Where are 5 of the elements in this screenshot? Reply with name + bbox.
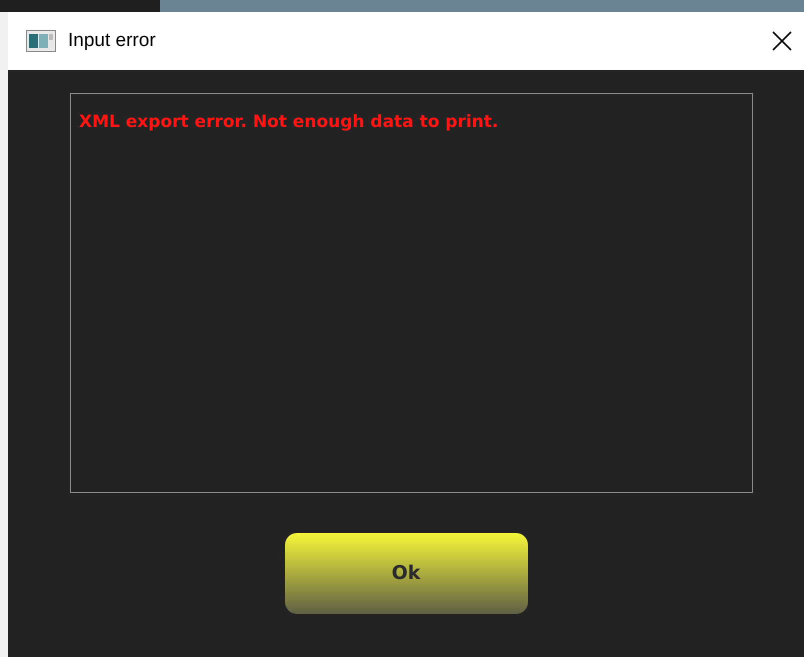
ok-button[interactable]: Ok	[284, 533, 528, 614]
window-title: Input error	[68, 28, 156, 53]
close-icon[interactable]	[772, 31, 792, 51]
error-message: XML export error. Not enough data to print.	[79, 111, 500, 134]
window-icon	[26, 30, 56, 52]
